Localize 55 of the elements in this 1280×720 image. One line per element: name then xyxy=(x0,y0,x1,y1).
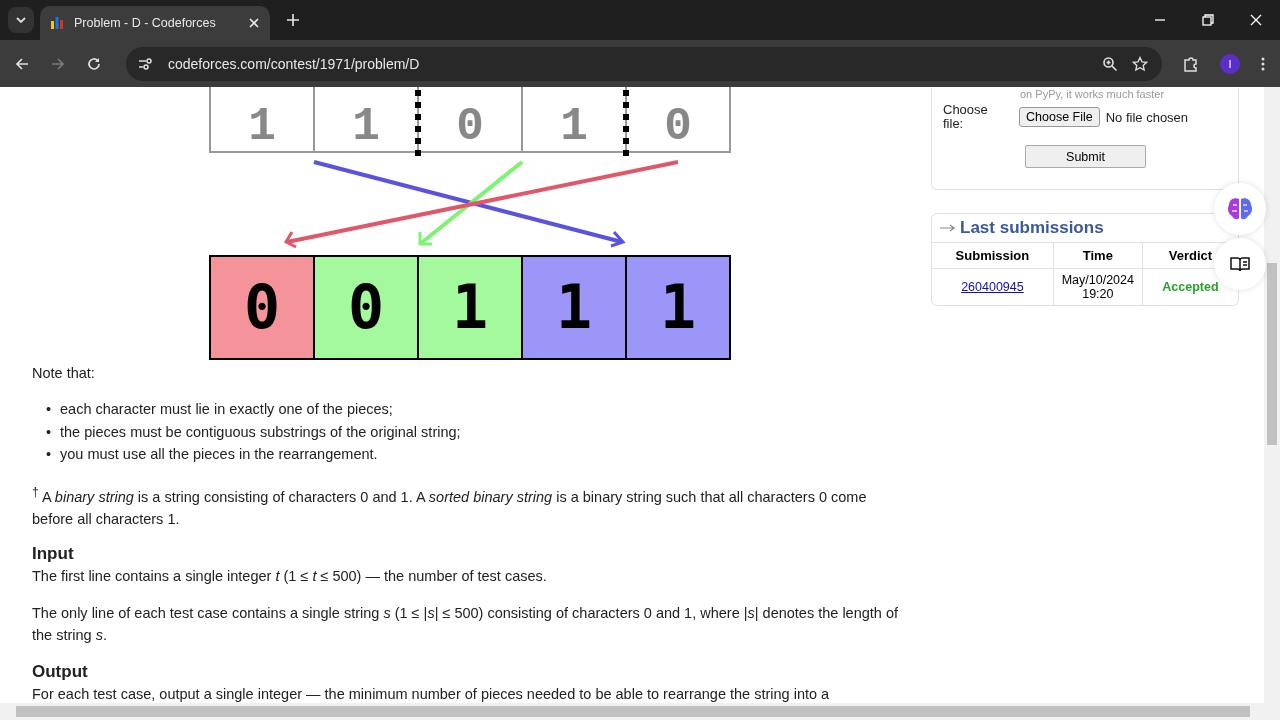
note-item: each character must lie in exactly one of the pieces; xyxy=(60,400,393,419)
bar-chart-icon xyxy=(50,16,64,30)
choose-file-button[interactable]: Choose File xyxy=(1019,107,1100,127)
note-item: the pieces must be contiguous substrings of the original string; xyxy=(60,422,461,442)
tab-search-button[interactable] xyxy=(8,7,34,33)
section-text: The first line contains a single integer t (1 ≤ t ≤ 500) — the number of test cases. xyxy=(32,567,548,587)
submission-link[interactable]: 260400945 xyxy=(961,280,1024,294)
column-header: Time xyxy=(1053,242,1143,269)
arrow-icon xyxy=(940,224,956,232)
tab-title: Problem - D - Codeforces xyxy=(74,16,217,30)
brain-icon[interactable] xyxy=(1214,183,1266,235)
file-label: Choose file: xyxy=(943,103,989,131)
bullet: • xyxy=(46,422,52,442)
cell-digit: 0 xyxy=(664,101,692,153)
cell-digit: 1 xyxy=(659,272,697,342)
url-text: codeforces.com/contest/1971/problem/D xyxy=(168,55,420,72)
cell-digit: 1 xyxy=(555,272,593,342)
restore-icon[interactable] xyxy=(1201,13,1215,27)
column-header: Submission xyxy=(932,242,1054,269)
cell-digit: 1 xyxy=(352,101,380,153)
cell-digit: 1 xyxy=(248,101,276,153)
bullet: • xyxy=(46,445,52,464)
back-arrow-icon[interactable] xyxy=(14,55,30,72)
puzzle-piece-icon[interactable] xyxy=(1182,54,1200,73)
file-status: No file chosen xyxy=(1105,109,1189,125)
note-text: Note that: xyxy=(32,364,96,383)
new-tab-icon[interactable] xyxy=(286,13,300,27)
hint-text: on PyPy, it works much faster xyxy=(1019,88,1166,101)
section-heading: Input xyxy=(32,543,75,566)
chevron-down-icon xyxy=(15,14,27,26)
reload-icon[interactable] xyxy=(86,55,102,72)
star-icon[interactable] xyxy=(1132,55,1148,72)
cell-digit: 1 xyxy=(560,101,588,153)
bullet: • xyxy=(46,400,52,419)
vertical-scrollbar[interactable] xyxy=(1264,87,1280,703)
section-heading: Output xyxy=(32,661,89,684)
browser-tab[interactable]: Problem - D - Codeforces xyxy=(40,6,270,40)
menu-icon[interactable] xyxy=(1260,55,1266,72)
zoom-icon[interactable] xyxy=(1102,55,1118,72)
profile-avatar[interactable]: I xyxy=(1220,53,1240,74)
cell-digit: 0 xyxy=(347,272,385,342)
cell-digit: 1 xyxy=(451,272,489,342)
section-text: The only line of each test case contains a single string s (1 ≤ |s| ≤ 500) consisting of characters 0 and 1, where |s| denotes the length of the string s. xyxy=(32,604,900,646)
table-cell: May/10/2024 19:20 xyxy=(1053,268,1143,305)
forward-arrow-icon[interactable] xyxy=(50,55,66,72)
section-text: For each test case, output a single integer — the minimum number of pieces needed to be able to rearrange the string into a xyxy=(32,685,831,703)
note-item: you must use all the pieces in the rearrangement. xyxy=(60,445,378,464)
footnote-text: $^{†}$ A binary string is a string consisting of characters 0 and 1. A sorted binary string is a binary string such that all characters 0 come before all characters 1. xyxy=(32,484,868,530)
address-bar[interactable]: codeforces.com/contest/1971/problem/D xyxy=(126,46,1162,81)
close-icon[interactable] xyxy=(248,17,260,29)
cell-digit: 0 xyxy=(456,101,484,153)
cell-digit: 0 xyxy=(243,272,281,342)
submit-button[interactable]: Submit xyxy=(1025,145,1146,168)
box-title: Last submissions xyxy=(960,218,1104,238)
horizontal-scrollbar[interactable] xyxy=(0,703,1280,720)
